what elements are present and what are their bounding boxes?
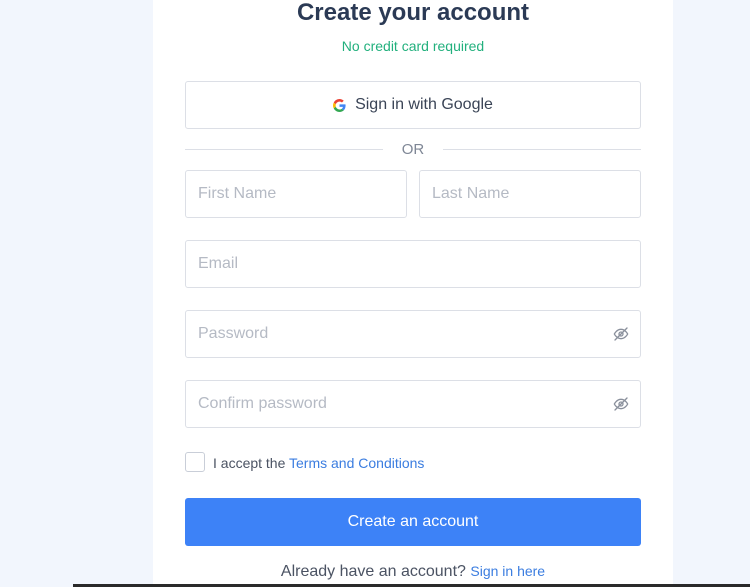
first-name-input[interactable] — [185, 170, 407, 218]
signin-link[interactable]: Sign in here — [470, 563, 545, 579]
create-account-button[interactable]: Create an account — [185, 498, 641, 546]
divider-or-text: OR — [401, 141, 425, 158]
terms-link[interactable]: Terms and Conditions — [289, 455, 424, 471]
password-input[interactable] — [185, 310, 641, 358]
divider-right — [443, 149, 641, 150]
signin-prompt: Already have an account? Sign in here — [153, 562, 673, 581]
google-signin-button[interactable]: Sign in with Google — [185, 81, 641, 129]
google-signin-label: Sign in with Google — [355, 96, 493, 113]
page-title: Create your account — [296, 0, 530, 26]
page-subtitle: No credit card required — [341, 38, 485, 54]
email-input[interactable] — [185, 240, 641, 288]
divider-left — [185, 149, 383, 150]
confirm-password-input[interactable] — [185, 380, 641, 428]
terms-text: I accept the Terms and Conditions — [213, 455, 424, 471]
signin-prompt-text: Already have an account? — [280, 563, 466, 580]
terms-checkbox[interactable] — [185, 452, 205, 472]
eye-slash-icon[interactable] — [612, 395, 630, 413]
eye-slash-icon[interactable] — [612, 325, 630, 343]
last-name-input[interactable] — [419, 170, 641, 218]
terms-prefix: I accept the — [213, 455, 290, 471]
google-icon — [333, 98, 346, 112]
